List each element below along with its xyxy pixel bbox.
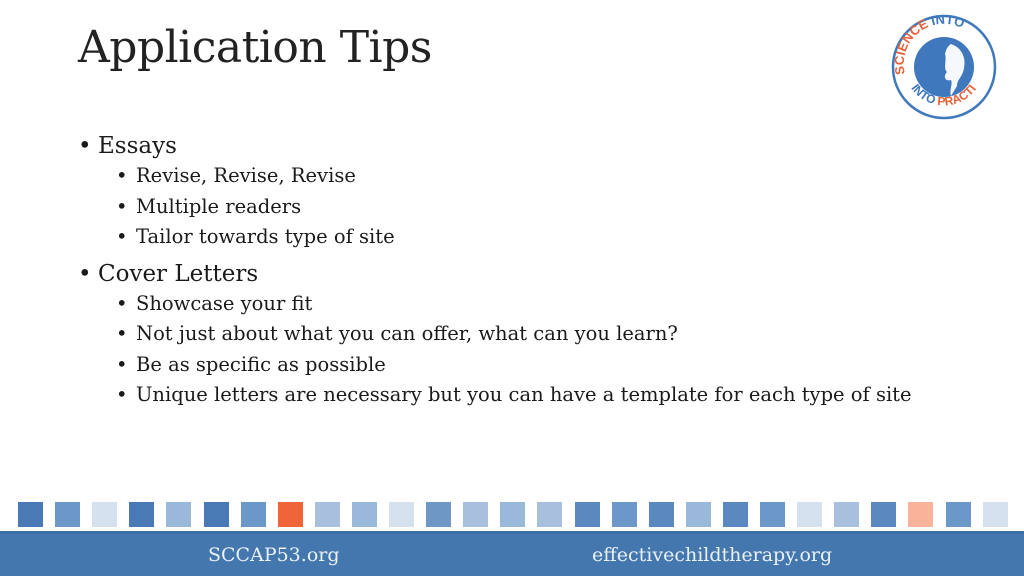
- sub-bullet: • Revise, Revise, Revise: [78, 161, 978, 192]
- decorative-square: [982, 502, 1008, 527]
- decorative-square: [537, 502, 563, 527]
- footer-bar: SCCAP53.org effectivechildtherapy.org: [0, 531, 1024, 576]
- decorative-square: [351, 502, 377, 527]
- sub-bullet-text: Multiple readers: [136, 194, 302, 218]
- decorative-square: [203, 502, 229, 527]
- sub-bullet: • Showcase your fit: [78, 289, 978, 320]
- sub-bullet: • Not just about what you can offer, what…: [78, 319, 978, 350]
- decorative-square: [760, 502, 785, 527]
- slide-title: Application Tips: [78, 22, 432, 73]
- sub-bullet-text: Be as specific as possible: [136, 352, 386, 376]
- decorative-square: [797, 502, 823, 527]
- decorative-square: [166, 502, 192, 527]
- decorative-square: [389, 502, 414, 527]
- bullet-icon: •: [116, 352, 128, 376]
- bullet-cover-letters: • Cover Letters: [78, 259, 978, 289]
- decorative-square: [277, 502, 303, 527]
- bullet-icon: •: [116, 194, 128, 218]
- decorative-square: [240, 502, 266, 527]
- bullet-icon: •: [116, 164, 128, 187]
- decorative-square: [871, 502, 897, 527]
- bullet-label: Cover Letters: [98, 260, 259, 287]
- decorative-square: [55, 502, 81, 527]
- decorative-square: [426, 502, 452, 527]
- decorative-square: [685, 502, 711, 527]
- effectivechildtherapy-link[interactable]: effectivechildtherapy.org: [592, 544, 832, 566]
- science-into-practice-logo-icon: SCIENCE INTO INTO PRACTICE: [891, 14, 997, 120]
- bullet-icon: •: [116, 225, 128, 248]
- decorative-square: [834, 502, 860, 527]
- bullet-label: Essays: [98, 133, 177, 159]
- bullet-icon: •: [116, 322, 128, 345]
- sccap-link[interactable]: SCCAP53.org: [208, 544, 340, 566]
- bullet-list: • Essays • Revise, Revise, Revise • Multip…: [78, 131, 978, 411]
- sub-bullet-text: Not just about what you can offer, what …: [136, 322, 678, 345]
- sub-bullet-text: Unique letters are necessary but you can…: [136, 383, 912, 406]
- sub-bullet-text: Revise, Revise, Revise: [136, 164, 356, 187]
- decorative-square: [314, 502, 340, 527]
- sub-bullet-text: Tailor towards type of site: [136, 225, 395, 248]
- decorative-square: [92, 502, 118, 527]
- decorative-square: [463, 502, 489, 527]
- sub-bullet: • Multiple readers: [78, 192, 978, 223]
- bullet-essays: • Essays: [78, 131, 978, 161]
- sub-bullet: • Be as specific as possible: [78, 350, 978, 381]
- bullet-icon: •: [116, 291, 128, 315]
- decorative-square: [611, 502, 637, 527]
- decorative-square: [500, 502, 526, 527]
- sub-bullet: • Unique letters are necessary but you ca…: [78, 380, 978, 411]
- sub-bullet-text: Showcase your fit: [136, 291, 313, 315]
- decorative-square: [18, 502, 43, 527]
- decorative-square: [574, 502, 600, 527]
- decorative-square: [945, 502, 971, 527]
- decorative-square: [129, 502, 155, 527]
- decorative-square: [908, 502, 934, 527]
- decorative-square-strip: [0, 502, 1024, 528]
- bullet-icon: •: [116, 383, 128, 406]
- bullet-icon: •: [78, 260, 92, 287]
- decorative-square: [648, 502, 674, 527]
- sub-bullet: • Tailor towards type of site: [78, 222, 978, 253]
- bullet-icon: •: [78, 133, 92, 159]
- decorative-square: [722, 502, 748, 527]
